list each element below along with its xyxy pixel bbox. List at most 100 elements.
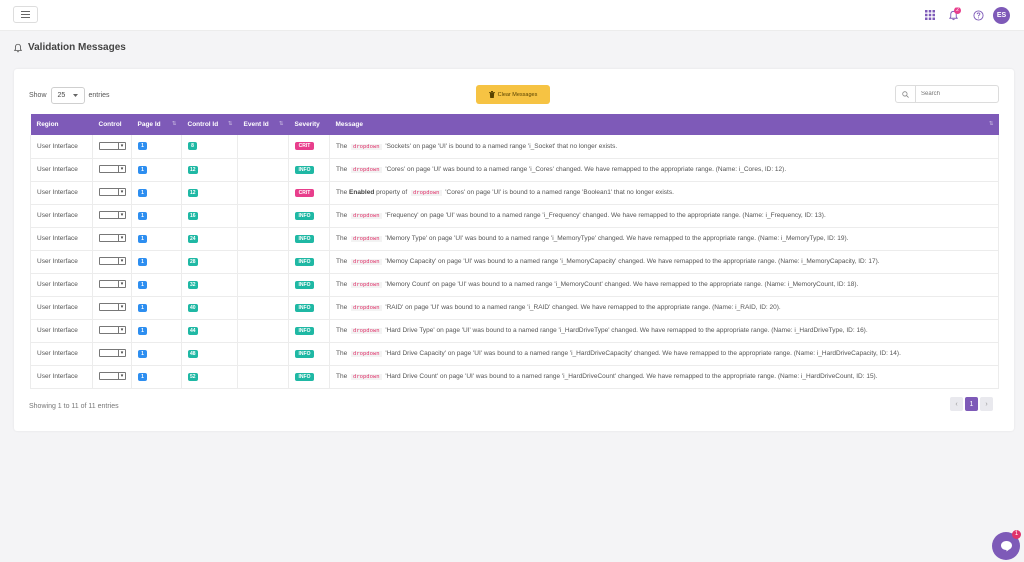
- control-id-badge[interactable]: 28: [188, 257, 198, 266]
- control-type-keyword: dropdown: [351, 213, 382, 219]
- severity-badge: INFO: [295, 303, 314, 312]
- page-id-badge[interactable]: 1: [138, 188, 147, 197]
- table-row: User Interface ▾ 1 12 CRIT The Enabled proper…: [30, 181, 999, 205]
- cell-control-id: 12: [181, 158, 238, 182]
- caret-down-icon: ▾: [118, 258, 125, 264]
- page-id-badge[interactable]: 1: [138, 280, 147, 289]
- severity-badge: INFO: [295, 234, 314, 243]
- grid-icon: [925, 10, 935, 20]
- control-id-badge[interactable]: 32: [188, 280, 198, 289]
- cell-control-id: 8: [181, 135, 238, 159]
- control-id-badge[interactable]: 12: [188, 165, 198, 174]
- control-id-badge[interactable]: 40: [188, 303, 198, 312]
- page-1-button[interactable]: 1: [965, 397, 978, 411]
- table-row: User Interface ▾ 1 24 INFO The dropdown 'Memo…: [30, 227, 999, 251]
- message-text: The: [336, 304, 350, 311]
- control-type-keyword: dropdown: [351, 143, 382, 150]
- search-input[interactable]: [916, 86, 998, 102]
- control-dropdown-preview[interactable]: ▾: [99, 326, 126, 334]
- message-text: The: [336, 281, 350, 288]
- column-header-event-id[interactable]: Event Id ⇅: [238, 114, 289, 135]
- cell-severity: CRIT: [288, 135, 330, 159]
- cell-control: ▾: [92, 319, 132, 343]
- table-row: User Interface ▾ 1 28 INFO The dropdown 'Memo…: [30, 250, 999, 274]
- control-dropdown-preview[interactable]: ▾: [99, 165, 126, 173]
- cell-control-id: 48: [181, 342, 238, 366]
- control-dropdown-preview[interactable]: ▾: [99, 141, 126, 150]
- page-id-badge[interactable]: 1: [138, 303, 147, 312]
- clear-messages-button[interactable]: Clear Messages: [476, 85, 550, 104]
- page-id-badge[interactable]: 1: [138, 142, 147, 151]
- menu-toggle-button[interactable]: [13, 6, 38, 23]
- cell-severity: CRIT: [288, 181, 330, 205]
- hamburger-icon: [21, 11, 30, 18]
- control-id-badge[interactable]: 44: [188, 326, 198, 335]
- column-header-severity[interactable]: Severity: [289, 114, 330, 135]
- message-text: 'Sockets' on page 'UI' is bound to a nam…: [383, 142, 618, 150]
- control-id-badge[interactable]: 8: [188, 142, 197, 151]
- column-header-region[interactable]: Region: [31, 114, 93, 135]
- cell-severity: INFO: [288, 273, 330, 297]
- column-header-page-id[interactable]: Page Id ⇅: [132, 114, 182, 135]
- control-id-badge[interactable]: 48: [188, 349, 198, 358]
- control-dropdown-preview[interactable]: ▾: [99, 280, 126, 288]
- control-id-badge[interactable]: 12: [188, 188, 198, 197]
- user-avatar[interactable]: ES: [993, 7, 1010, 24]
- control-id-badge[interactable]: 52: [188, 372, 198, 381]
- control-dropdown-preview[interactable]: ▾: [99, 211, 126, 219]
- cell-page-id: 1: [131, 135, 182, 159]
- control-dropdown-preview[interactable]: ▾: [99, 234, 126, 242]
- cell-region: User Interface: [30, 158, 93, 182]
- cell-page-id: 1: [131, 158, 182, 182]
- column-header-message[interactable]: Message ⇅: [330, 114, 999, 135]
- severity-badge: CRIT: [295, 188, 314, 197]
- cell-page-id: 1: [131, 296, 182, 320]
- column-header-control-id[interactable]: Control Id ⇅: [182, 114, 238, 135]
- control-type-keyword: dropdown: [351, 236, 382, 242]
- message-text: The: [336, 189, 350, 196]
- sort-icon: ⇅: [171, 121, 177, 127]
- page-id-badge[interactable]: 1: [138, 372, 147, 381]
- control-dropdown-preview[interactable]: ▾: [99, 257, 126, 265]
- column-header-control[interactable]: Control: [93, 114, 132, 135]
- control-type-keyword: dropdown: [351, 282, 382, 288]
- page-id-badge[interactable]: 1: [138, 165, 147, 174]
- cell-page-id: 1: [131, 319, 182, 343]
- control-dropdown-preview[interactable]: ▾: [99, 372, 126, 380]
- page-id-badge[interactable]: 1: [138, 234, 147, 243]
- cell-event-id: [237, 296, 289, 320]
- message-text: The: [336, 350, 350, 357]
- cell-control: ▾: [92, 181, 132, 205]
- caret-down-icon: ▾: [118, 281, 125, 287]
- next-page-button[interactable]: ›: [980, 397, 993, 411]
- control-id-badge[interactable]: 24: [188, 234, 198, 243]
- help-button[interactable]: [971, 8, 985, 22]
- control-dropdown-preview[interactable]: ▾: [99, 188, 126, 196]
- page-id-badge[interactable]: 1: [138, 326, 147, 335]
- cell-event-id: [237, 365, 289, 389]
- pagination: ‹ 1 ›: [950, 397, 993, 411]
- cell-message: The dropdown 'Cores' on page 'UI' was bo…: [329, 158, 999, 182]
- page-id-badge[interactable]: 1: [138, 257, 147, 266]
- message-text: 'Hard Drive Type' on page 'UI' was bound…: [383, 327, 868, 334]
- control-id-badge[interactable]: 16: [188, 211, 198, 220]
- message-text: property of: [374, 189, 409, 196]
- cell-message: The dropdown 'Memory Type' on page 'UI' …: [329, 227, 999, 251]
- page-id-badge[interactable]: 1: [138, 211, 147, 220]
- page-length-value: 25: [57, 92, 66, 99]
- cell-control: ▾: [92, 250, 132, 274]
- severity-badge: INFO: [295, 257, 314, 266]
- caret-down-icon: ▾: [118, 304, 125, 310]
- cell-control-id: 16: [181, 204, 238, 228]
- control-dropdown-preview[interactable]: ▾: [99, 349, 126, 357]
- severity-badge: INFO: [295, 280, 314, 289]
- cell-event-id: [237, 227, 289, 251]
- cell-event-id: [237, 204, 289, 228]
- page-length-select[interactable]: 25: [50, 87, 85, 104]
- page-id-badge[interactable]: 1: [138, 349, 147, 358]
- help-circle-icon: [972, 9, 984, 21]
- property-name: Enabled: [349, 189, 375, 196]
- apps-grid-button[interactable]: [923, 8, 937, 22]
- control-dropdown-preview[interactable]: ▾: [99, 303, 126, 311]
- previous-page-button[interactable]: ‹: [950, 397, 963, 411]
